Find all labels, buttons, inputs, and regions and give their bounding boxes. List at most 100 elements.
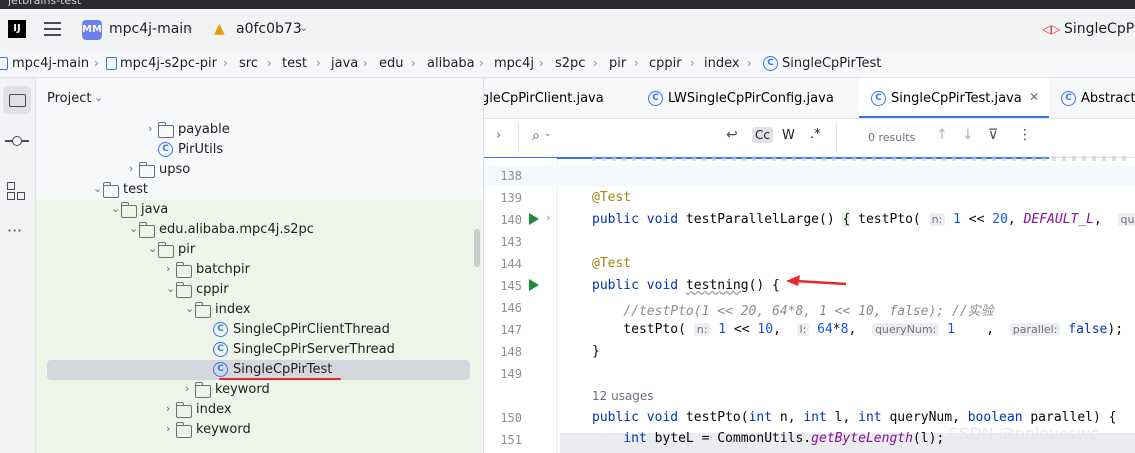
chevron-right-icon[interactable]: › xyxy=(166,262,170,275)
chevron-right-icon: › xyxy=(267,56,272,70)
folder-icon xyxy=(194,302,211,318)
breadcrumb-item[interactable]: index xyxy=(704,56,740,71)
chevron-right-icon: › xyxy=(747,56,752,70)
search-bar: › ⌕ ⌄ ↩ Cc W .* 0 results ↑ ↓ ⊽ ⋮ xyxy=(484,119,1135,159)
tree-item-pirutils[interactable]: C PirUtils xyxy=(36,140,483,160)
tree-item-label: SingleCpPirClientThread xyxy=(233,322,390,337)
tree-item-singlecppirclientthread[interactable]: C SingleCpPirClientThread xyxy=(36,320,483,340)
search-input[interactable] xyxy=(556,125,716,151)
chevron-down-icon[interactable]: ⌄ xyxy=(166,282,175,295)
close-icon[interactable]: ✕ xyxy=(1029,90,1039,104)
annotation-text: @Test xyxy=(592,190,632,205)
tree-item-payable[interactable]: › payable xyxy=(36,120,483,140)
tab-label: Abstract xyxy=(1081,91,1135,106)
chevron-right-icon[interactable]: › xyxy=(166,402,170,415)
tab-abstract[interactable]: C Abstract xyxy=(1057,78,1135,118)
run-test-icon[interactable] xyxy=(529,213,539,225)
chevron-right-icon: › xyxy=(363,56,368,70)
tree-item-index[interactable]: › index xyxy=(36,400,483,420)
line-number: 150 xyxy=(500,411,522,425)
project-panel-header[interactable]: Project ⌄ xyxy=(36,78,483,120)
code-line-148: } xyxy=(592,344,600,359)
annotation-text: @Test xyxy=(592,256,632,271)
regex-toggle[interactable]: .* xyxy=(810,127,821,142)
filter-icon[interactable]: ⊽ xyxy=(988,127,998,143)
app-logo-icon[interactable]: IJ xyxy=(8,20,26,38)
tree-item-singlecppirtest[interactable]: C SingleCpPirTest xyxy=(36,360,483,380)
tree-item-keyword[interactable]: › keyword xyxy=(36,420,483,440)
tab-singlecppirclient[interactable]: gleCpPirClient.java xyxy=(484,78,634,118)
tree-item-keyword[interactable]: › keyword xyxy=(36,380,483,400)
chevron-right-icon[interactable]: › xyxy=(166,422,170,435)
tree-item-label: SingleCpPirTest xyxy=(233,362,333,377)
breadcrumb-item[interactable]: mpc4j-s2pc-pir xyxy=(120,56,217,71)
project-tool-button[interactable] xyxy=(3,86,31,114)
project-panel: Project ⌄ › payable C PirUtils › upso ⌄ test ⌄ ja… xyxy=(36,78,484,453)
line-number: 146 xyxy=(500,301,522,315)
line-number: 151 xyxy=(500,433,522,447)
breadcrumb-item[interactable]: pir xyxy=(609,56,626,71)
whole-word-toggle[interactable]: W xyxy=(782,128,795,143)
tree-item-pir[interactable]: ⌄ pir xyxy=(36,240,483,260)
tree-item-batchpir[interactable]: › batchpir xyxy=(36,260,483,280)
chevron-right-icon[interactable]: › xyxy=(185,382,189,395)
code-line-146: //testPto(1 << 20, 64*8, 1 << 10, false)… xyxy=(623,304,994,319)
structure-icon[interactable] xyxy=(7,182,25,200)
folder-icon xyxy=(175,282,192,298)
line-number: 143 xyxy=(500,235,522,249)
tree-item-label: batchpir xyxy=(196,262,250,277)
tree-item-index[interactable]: ⌄ index xyxy=(36,300,483,320)
chevron-down-icon[interactable]: ⌄ xyxy=(185,302,194,315)
chevron-right-icon: › xyxy=(411,56,416,70)
chevron-down-icon: ⌄ xyxy=(94,91,104,104)
run-config-selector[interactable]: ◁▷ SingleCpPir xyxy=(1042,18,1135,42)
run-test-icon[interactable] xyxy=(529,279,539,291)
breadcrumb-item[interactable]: SingleCpPirTest xyxy=(782,56,881,71)
breadcrumb-item[interactable]: mpc4j-main xyxy=(12,56,89,71)
tab-lwsinglecppirconfig[interactable]: C LWSingleCpPirConfig.java xyxy=(642,78,852,118)
breadcrumb-item[interactable]: edu xyxy=(379,56,404,71)
tree-item-upso[interactable]: › upso xyxy=(36,160,483,180)
warning-icon: ▲ xyxy=(214,21,225,37)
commit-icon[interactable] xyxy=(5,134,29,148)
breadcrumb-item[interactable]: cppir xyxy=(649,56,682,71)
tree-item-edu-alibaba-mpc4j-s2pc[interactable]: ⌄ edu.alibaba.mpc4j.s2pc xyxy=(36,220,483,240)
breadcrumb-item[interactable]: java xyxy=(331,56,358,71)
expand-search-icon[interactable]: › xyxy=(496,128,501,143)
tree-item-java[interactable]: ⌄ java xyxy=(36,200,483,220)
breadcrumb-item[interactable]: test xyxy=(282,56,307,71)
tree-item-singlecppirserverthread[interactable]: C SingleCpPirServerThread xyxy=(36,340,483,360)
tree-item-test[interactable]: ⌄ test xyxy=(36,180,483,200)
chevron-down-icon[interactable]: ⌄ xyxy=(129,222,138,235)
breadcrumb-item[interactable]: src xyxy=(239,56,258,71)
more-options-icon[interactable]: ⋮ xyxy=(1018,127,1032,143)
hamburger-menu-icon[interactable] xyxy=(44,22,61,36)
chevron-down-icon[interactable]: ⌄ xyxy=(148,242,157,255)
newline-icon[interactable]: ↩ xyxy=(726,127,738,143)
chevron-down-icon[interactable]: ⌄ xyxy=(93,182,102,195)
more-tools-icon[interactable]: ··· xyxy=(7,221,22,240)
red-arrow-annotation xyxy=(786,275,847,286)
tree-item-label: pir xyxy=(178,242,196,257)
chevron-right-icon[interactable]: › xyxy=(148,122,152,135)
chevron-right-icon[interactable]: › xyxy=(129,162,133,175)
fold-icon[interactable]: › xyxy=(546,211,550,224)
match-case-toggle[interactable]: Cc xyxy=(752,127,773,143)
chevron-right-icon: › xyxy=(223,56,228,70)
usages-hint[interactable]: 12 usages xyxy=(592,389,654,403)
arrow-up-icon[interactable]: ↑ xyxy=(936,127,948,143)
current-line-highlight xyxy=(484,165,1135,187)
tree-item-label: payable xyxy=(178,122,230,137)
search-icon[interactable]: ⌕ xyxy=(532,128,540,144)
tree-item-label: PirUtils xyxy=(178,142,224,157)
folder-icon xyxy=(138,222,155,238)
breadcrumb-item[interactable]: s2pc xyxy=(555,56,585,71)
class-icon: C xyxy=(213,322,228,337)
arrow-down-icon[interactable]: ↓ xyxy=(962,127,974,143)
chevron-down-icon[interactable]: ⌄ xyxy=(111,202,120,215)
project-name: mpc4j-main xyxy=(109,21,193,37)
breadcrumb-item[interactable]: alibaba xyxy=(427,56,475,71)
tab-singlecppirtest[interactable]: C SingleCpPirTest.java ✕ xyxy=(859,78,1049,118)
breadcrumb-item[interactable]: mpc4j xyxy=(494,56,534,71)
tree-item-cppir[interactable]: ⌄ cppir xyxy=(36,280,483,300)
